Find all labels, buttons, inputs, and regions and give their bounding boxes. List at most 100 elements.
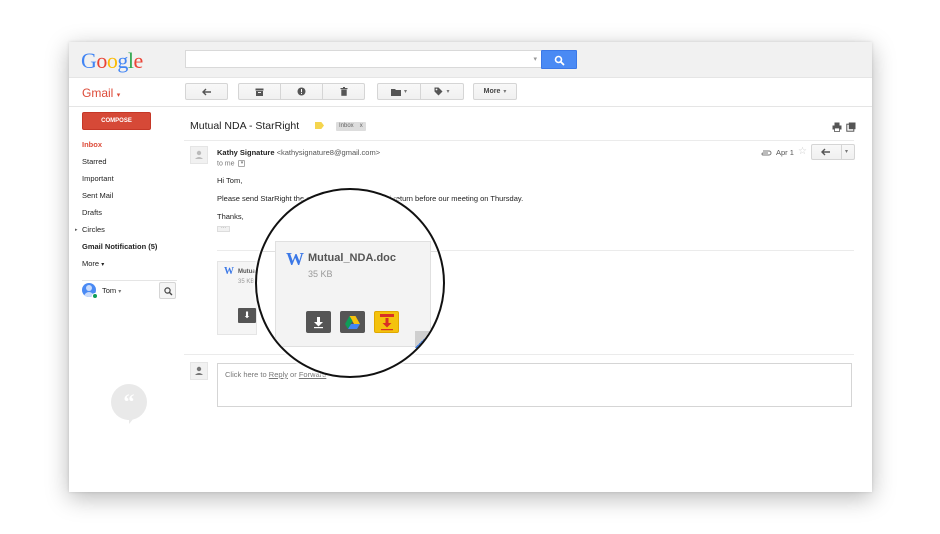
- online-status-icon: [92, 293, 98, 299]
- print-icon[interactable]: [832, 122, 842, 132]
- message-signoff: Thanks,: [217, 212, 244, 221]
- thread-subject: Mutual NDA - StarRight: [190, 120, 300, 132]
- gmail-window: Google ▾ Gmail ▾ ▾ ▾ More ▾ COMPOSE Inbo…: [69, 42, 872, 492]
- recipient-text: to me: [217, 160, 235, 168]
- attachment-magnifier: W Mutual_NDA.doc 35 KB: [255, 188, 445, 378]
- reply-button[interactable]: ▾: [811, 144, 855, 160]
- recipients: to me ▾: [217, 160, 246, 168]
- sidebar-item-inbox[interactable]: Inbox: [82, 140, 177, 157]
- spam-icon: [297, 87, 306, 96]
- inbox-label-chip[interactable]: Inbox x: [336, 122, 366, 131]
- gmail-app-switcher[interactable]: Gmail ▾: [82, 86, 120, 100]
- download-button[interactable]: [306, 311, 331, 333]
- sidebar-item-sent-mail[interactable]: Sent Mail: [82, 191, 177, 208]
- save-to-drive-button[interactable]: [340, 311, 365, 333]
- star-icon[interactable]: ☆: [798, 146, 807, 157]
- sidebar-nav: Inbox Starred Important Sent Mail Drafts…: [75, 140, 177, 276]
- search-icon: [164, 287, 173, 296]
- trash-icon: [340, 87, 347, 96]
- chevron-down-icon: ▾: [446, 89, 450, 95]
- reply-prompt-prefix: Click here to: [225, 370, 269, 379]
- docusign-icon: [380, 314, 394, 331]
- logo-letter: G: [81, 48, 97, 73]
- chevron-down-icon: ▾: [101, 262, 105, 268]
- hangouts-quote-icon: “: [123, 389, 135, 414]
- archive-button[interactable]: [238, 83, 281, 100]
- sidebar-item-gmail-notification[interactable]: Gmail Notification (5): [82, 242, 177, 259]
- report-spam-button[interactable]: [280, 83, 323, 100]
- more-button[interactable]: More ▾: [473, 83, 517, 100]
- my-avatar: [190, 362, 208, 380]
- sender-avatar[interactable]: [190, 146, 208, 164]
- person-icon: [195, 366, 203, 375]
- reply-prompt: Click here to Reply or Forward: [225, 370, 326, 379]
- tag-icon: [434, 87, 443, 96]
- attachment-card-magnified[interactable]: W Mutual_NDA.doc 35 KB: [275, 241, 432, 348]
- gmail-label: Gmail: [82, 86, 114, 100]
- sender-email: <kathysignature8@gmail.com>: [276, 148, 381, 157]
- sidebar-item-more[interactable]: More ▾: [82, 259, 177, 276]
- reply-divider: [184, 354, 854, 355]
- download-icon: [314, 317, 323, 329]
- new-window-icon[interactable]: [846, 122, 856, 132]
- search-icon: [554, 55, 565, 66]
- chat-user-name[interactable]: Tom ▾: [102, 286, 121, 295]
- sender[interactable]: Kathy Signature <kathysignature8@gmail.c…: [217, 148, 380, 157]
- google-drive-icon: [345, 316, 360, 329]
- word-corner-accent: [415, 331, 432, 348]
- chevron-down-icon: ▾: [503, 89, 507, 95]
- sidebar-item-important[interactable]: Important: [82, 174, 177, 191]
- sidebar-item-label: More: [82, 259, 100, 268]
- important-label-icon[interactable]: [315, 122, 324, 129]
- attachment-card[interactable]: W Mutua 35 KB ⬇: [217, 261, 257, 335]
- message-date: Apr 1: [776, 148, 794, 157]
- top-bar: Google ▾: [69, 42, 872, 78]
- move-to-button[interactable]: ▾: [377, 83, 421, 100]
- search-options-caret-icon[interactable]: ▾: [533, 55, 537, 63]
- more-reply-options-chevron-icon[interactable]: ▾: [845, 148, 848, 155]
- attachment-filename: Mutual_NDA.doc: [308, 252, 396, 264]
- reply-arrow-icon: [821, 148, 830, 156]
- sidebar-item-drafts[interactable]: Drafts: [82, 208, 177, 225]
- chat-search-button[interactable]: [159, 282, 176, 299]
- toolbar: Gmail ▾ ▾ ▾ More ▾: [69, 79, 872, 107]
- logo-letter: o: [96, 48, 107, 73]
- attachment-filename: Mutua: [238, 269, 256, 275]
- attachment-size: 35 KB: [238, 279, 255, 285]
- compose-button[interactable]: COMPOSE: [82, 112, 151, 130]
- attachment-size: 35 KB: [308, 269, 333, 279]
- word-doc-icon: W: [286, 249, 304, 269]
- back-button[interactable]: [185, 83, 228, 100]
- avatar-head: [86, 285, 92, 291]
- attachment-clip-icon: [761, 150, 772, 156]
- folder-icon: [390, 88, 401, 96]
- message-greeting: Hi Tom,: [217, 176, 243, 185]
- delete-button[interactable]: [322, 83, 365, 100]
- inbox-label-text: Inbox: [339, 123, 354, 129]
- back-arrow-icon: [201, 88, 211, 95]
- chevron-down-icon: ▾: [116, 92, 121, 99]
- download-icon[interactable]: ⬇: [238, 308, 256, 323]
- sidebar-item-starred[interactable]: Starred: [82, 157, 177, 174]
- reply-link[interactable]: Reply: [269, 370, 288, 379]
- person-icon: [195, 150, 203, 159]
- search-button[interactable]: [541, 50, 577, 69]
- sidebar-item-label: Circles: [82, 225, 105, 234]
- word-doc-icon: W: [224, 266, 234, 277]
- show-details-chevron-icon[interactable]: ▾: [238, 160, 246, 167]
- labels-button[interactable]: ▾: [420, 83, 464, 100]
- show-trimmed-content-button[interactable]: ···: [217, 226, 230, 232]
- search-input[interactable]: ▾: [185, 50, 542, 68]
- logo-letter: e: [133, 48, 144, 73]
- expand-arrow-icon[interactable]: ▸: [75, 225, 78, 235]
- sender-name: Kathy Signature: [217, 148, 275, 157]
- reply-prompt-middle: or: [287, 370, 299, 379]
- sidebar-item-circles[interactable]: ▸ Circles: [75, 225, 177, 242]
- chevron-down-icon: ▾: [403, 89, 407, 95]
- docusign-button[interactable]: [374, 311, 399, 333]
- google-logo[interactable]: Google: [81, 48, 143, 74]
- logo-letter: g: [117, 48, 128, 73]
- thread-actions: [832, 122, 856, 132]
- thread-divider: [184, 140, 854, 141]
- remove-label-icon[interactable]: x: [360, 123, 363, 129]
